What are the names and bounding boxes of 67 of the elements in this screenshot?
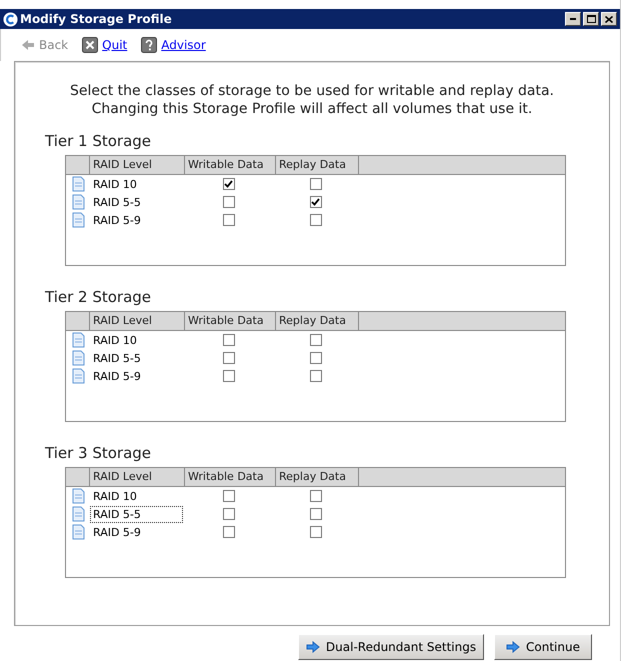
maximize-icon (586, 15, 596, 23)
writable-checkbox[interactable] (222, 196, 234, 208)
replay-checkbox[interactable] (310, 526, 322, 538)
quit-link[interactable]: Quit (82, 37, 128, 53)
replay-checkbox[interactable] (310, 490, 322, 502)
writable-checkbox[interactable] (222, 352, 234, 364)
column-header[interactable]: RAID Level (90, 156, 185, 174)
document-icon (72, 194, 84, 210)
document-icon (72, 368, 84, 384)
writable-checkbox[interactable] (222, 214, 234, 226)
writable-checkbox[interactable] (222, 490, 234, 502)
document-icon (72, 332, 84, 348)
raid-level-cell[interactable]: RAID 5-9 (90, 368, 183, 384)
raid-level-cell[interactable]: RAID 5-5 (90, 350, 183, 366)
tier-heading: Tier 1 Storage (45, 132, 152, 150)
document-icon (72, 176, 84, 192)
raid-level-cell[interactable]: RAID 10 (90, 176, 183, 192)
replay-checkbox[interactable] (310, 370, 322, 382)
document-icon (72, 488, 84, 504)
arrow-icon (506, 641, 520, 653)
document-icon (72, 350, 84, 366)
column-header[interactable]: Replay Data (276, 468, 359, 486)
replay-checkbox[interactable] (310, 508, 322, 520)
instruction-text: Changing this Storage Profile will affect all volumes that use it. (90, 100, 534, 118)
raid-level-cell[interactable]: RAID 5-5 (90, 194, 183, 210)
replay-checkbox[interactable] (310, 196, 322, 208)
writable-checkbox[interactable] (222, 526, 234, 538)
replay-checkbox[interactable] (310, 214, 322, 226)
document-icon (72, 212, 84, 228)
advisor-link[interactable]: Advisor (141, 37, 206, 53)
instruction-text: Select the classes of storage to be used for writable and replay data. (69, 82, 555, 100)
tier-heading: Tier 3 Storage (45, 444, 152, 462)
column-header[interactable]: Writable Data (185, 156, 276, 174)
raid-level-cell[interactable]: RAID 10 (90, 332, 183, 348)
document-icon (72, 506, 84, 522)
writable-checkbox[interactable] (222, 370, 234, 382)
help-icon (141, 37, 158, 53)
writable-checkbox[interactable] (222, 178, 234, 190)
window-title: Modify Storage Profile (20, 12, 173, 26)
document-icon (72, 524, 84, 540)
column-header[interactable]: Replay Data (276, 156, 359, 174)
continue-button[interactable]: Continue (494, 634, 592, 660)
column-header[interactable]: Writable Data (185, 468, 276, 486)
back-arrow-icon (21, 40, 35, 50)
close-button[interactable] (601, 12, 617, 26)
raid-level-cell[interactable]: RAID 10 (90, 488, 183, 504)
column-header[interactable]: RAID Level (90, 468, 185, 486)
replay-checkbox[interactable] (310, 352, 322, 364)
replay-checkbox[interactable] (310, 334, 322, 346)
tier-heading: Tier 2 Storage (45, 288, 152, 306)
writable-checkbox[interactable] (222, 334, 234, 346)
writable-checkbox[interactable] (222, 508, 234, 520)
minimize-icon (570, 18, 576, 20)
column-header[interactable]: Replay Data (276, 312, 359, 330)
close-icon (82, 37, 98, 53)
column-header[interactable]: RAID Level (90, 312, 185, 330)
raid-level-cell[interactable]: RAID 5-9 (90, 212, 183, 228)
raid-level-cell[interactable]: RAID 5-9 (90, 524, 183, 540)
replay-checkbox[interactable] (310, 178, 322, 190)
raid-level-cell[interactable]: RAID 5-5 (90, 506, 183, 522)
minimize-button[interactable] (565, 12, 581, 26)
settings-button[interactable]: Dual-Redundant Settings (298, 634, 484, 660)
app-logo-icon (3, 12, 18, 26)
maximize-button[interactable] (583, 12, 599, 26)
arrow-icon (306, 641, 320, 653)
close-icon (605, 16, 613, 22)
column-header[interactable]: Writable Data (185, 312, 276, 330)
